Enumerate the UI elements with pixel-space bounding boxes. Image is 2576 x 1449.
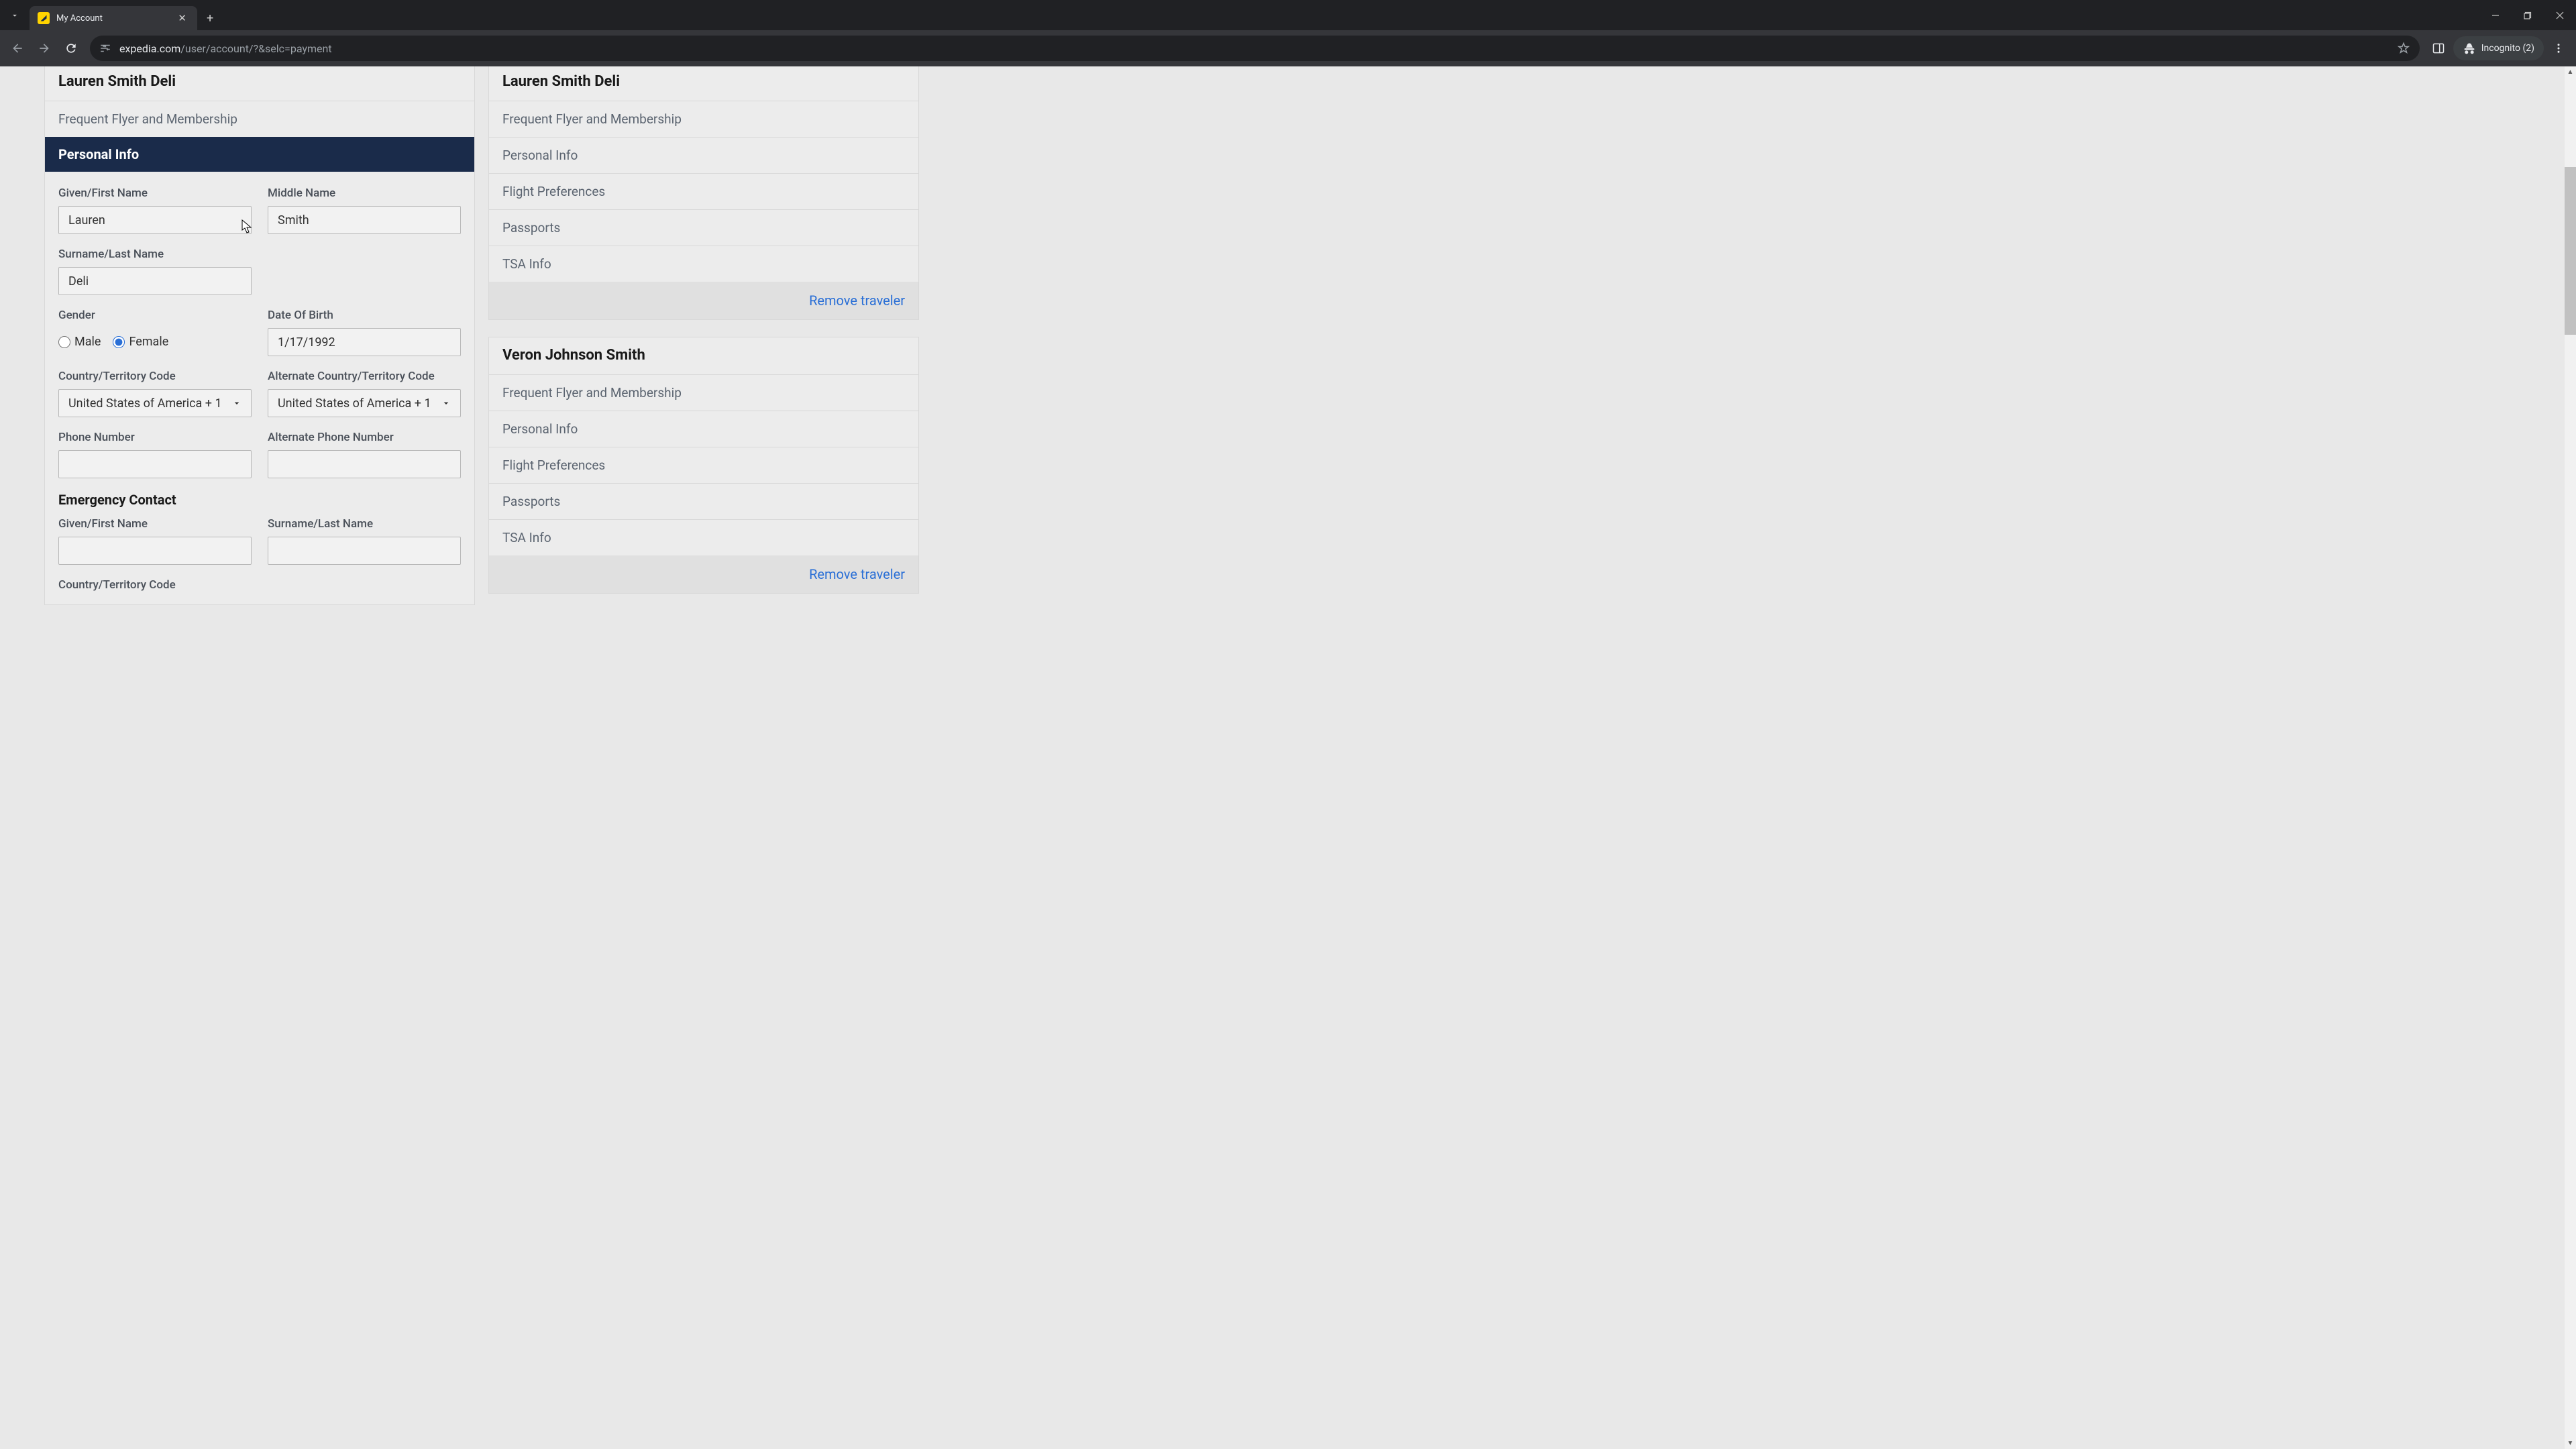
bookmark-button[interactable] <box>2397 42 2410 55</box>
first-name-label: Given/First Name <box>58 186 252 200</box>
expedia-favicon-icon <box>38 12 50 24</box>
em-last-label: Surname/Last Name <box>268 517 461 531</box>
em-last-input[interactable] <box>268 537 461 565</box>
new-tab-button[interactable]: + <box>197 6 223 30</box>
close-window-button[interactable] <box>2544 1 2576 30</box>
remove-traveler-link[interactable]: Remove traveler <box>809 566 905 582</box>
remove-traveler-link[interactable]: Remove traveler <box>809 292 905 309</box>
gender-female-label: Female <box>129 335 168 349</box>
url-field[interactable]: expedia.com/user/account/?&selc=payment <box>90 36 2420 61</box>
personal-info-form: Given/First Name Middle Name Surname/Las… <box>45 172 474 604</box>
traveler-name-header: Lauren Smith Deli <box>45 66 474 101</box>
gender-female-radio[interactable] <box>113 336 125 348</box>
alt-phone-input[interactable] <box>268 450 461 478</box>
url-domain: expedia.com <box>119 42 180 55</box>
alt-phone-label: Alternate Phone Number <box>268 431 461 444</box>
minimize-button[interactable] <box>2479 1 2512 30</box>
em-country-label: Country/Territory Code <box>58 578 252 592</box>
incognito-badge[interactable]: Incognito (2) <box>2453 36 2544 60</box>
phone-label: Phone Number <box>58 431 252 444</box>
scroll-down-button[interactable]: ▼ <box>2565 1438 2576 1449</box>
maximize-button[interactable] <box>2512 1 2544 30</box>
traveler-edit-panel: Lauren Smith Deli Frequent Flyer and Mem… <box>44 66 475 605</box>
country-code-select[interactable] <box>58 389 252 417</box>
traveler-card-item[interactable]: Passports <box>489 483 918 519</box>
back-button[interactable] <box>5 36 30 60</box>
window-controls <box>2479 1 2576 30</box>
traveler-card-title: Lauren Smith Deli <box>489 66 918 101</box>
traveler-card-item[interactable]: Frequent Flyer and Membership <box>489 374 918 411</box>
traveler-card-item[interactable]: Personal Info <box>489 411 918 447</box>
reload-button[interactable] <box>59 36 83 60</box>
em-first-label: Given/First Name <box>58 517 252 531</box>
tab-title: My Account <box>56 13 175 23</box>
browser-tab[interactable]: My Account ✕ <box>30 6 197 30</box>
first-name-input[interactable] <box>58 206 252 234</box>
last-name-label: Surname/Last Name <box>58 248 252 261</box>
url-path: /user/account/?&selc=payment <box>180 42 331 55</box>
chevron-down-icon <box>10 11 19 20</box>
traveler-card-1: Veron Johnson Smith Frequent Flyer and M… <box>488 337 919 594</box>
traveler-card-item[interactable]: Personal Info <box>489 137 918 173</box>
traveler-card-item[interactable]: TSA Info <box>489 519 918 555</box>
section-frequent-flyer[interactable]: Frequent Flyer and Membership <box>45 101 474 137</box>
country-code-label: Country/Territory Code <box>58 370 252 383</box>
traveler-card-0: Lauren Smith Deli Frequent Flyer and Mem… <box>488 66 919 320</box>
gender-male-option[interactable]: Male <box>58 335 101 349</box>
forward-button[interactable] <box>32 36 56 60</box>
traveler-card-item[interactable]: Flight Preferences <box>489 173 918 209</box>
alt-country-code-select[interactable] <box>268 389 461 417</box>
url-text: expedia.com/user/account/?&selc=payment <box>119 42 2389 55</box>
scroll-up-button[interactable]: ▲ <box>2565 66 2576 78</box>
tune-icon <box>99 42 111 54</box>
traveler-card-item[interactable]: Frequent Flyer and Membership <box>489 101 918 137</box>
browser-tab-strip: My Account ✕ + <box>0 0 2576 30</box>
section-personal-info-active[interactable]: Personal Info <box>45 137 474 172</box>
last-name-input[interactable] <box>58 267 252 295</box>
dob-input[interactable] <box>268 328 461 356</box>
middle-name-input[interactable] <box>268 206 461 234</box>
address-bar: expedia.com/user/account/?&selc=payment … <box>0 30 2576 66</box>
tab-close-button[interactable]: ✕ <box>175 12 189 24</box>
traveler-card-item[interactable]: Passports <box>489 209 918 246</box>
gender-female-option[interactable]: Female <box>113 335 168 349</box>
gender-label: Gender <box>58 309 252 322</box>
gender-male-radio[interactable] <box>58 336 70 348</box>
page-viewport: Lauren Smith Deli Frequent Flyer and Mem… <box>0 66 2576 1449</box>
gender-male-label: Male <box>74 335 101 349</box>
dob-label: Date Of Birth <box>268 309 461 322</box>
browser-menu-button[interactable] <box>2546 36 2571 60</box>
em-first-input[interactable] <box>58 537 252 565</box>
incognito-icon <box>2463 42 2476 55</box>
emergency-contact-heading: Emergency Contact <box>58 492 461 508</box>
incognito-label: Incognito (2) <box>2481 43 2534 54</box>
site-info-button[interactable] <box>99 42 111 54</box>
phone-input[interactable] <box>58 450 252 478</box>
traveler-card-title: Veron Johnson Smith <box>489 337 918 374</box>
traveler-card-item[interactable]: Flight Preferences <box>489 447 918 483</box>
traveler-card-item[interactable]: TSA Info <box>489 246 918 282</box>
vertical-scrollbar[interactable]: ▲ ▼ <box>2565 66 2576 1449</box>
tab-search-dropdown[interactable] <box>0 1 30 30</box>
side-panel-button[interactable] <box>2426 36 2451 60</box>
scroll-thumb[interactable] <box>2565 167 2576 335</box>
middle-name-label: Middle Name <box>268 186 461 200</box>
alt-country-code-label: Alternate Country/Territory Code <box>268 370 461 383</box>
